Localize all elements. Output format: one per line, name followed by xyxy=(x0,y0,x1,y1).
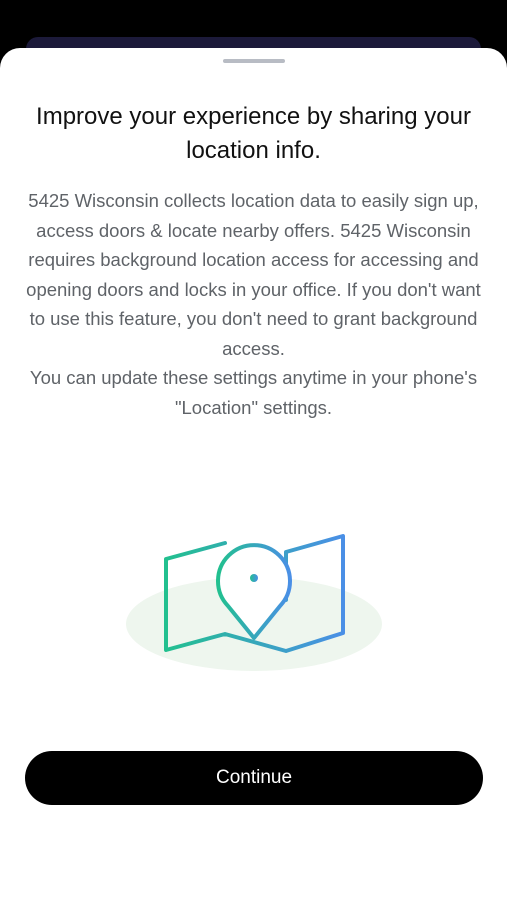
sheet-drag-handle[interactable] xyxy=(223,59,285,63)
location-permission-sheet: Improve your experience by sharing your … xyxy=(0,48,507,900)
description-paragraph: 5425 Wisconsin collects location data to… xyxy=(26,190,481,359)
sheet-title: Improve your experience by sharing your … xyxy=(36,103,471,164)
sheet-description: 5425 Wisconsin collects location data to… xyxy=(26,186,481,422)
map-location-pin-icon xyxy=(120,486,388,676)
continue-button[interactable]: Continue xyxy=(25,751,483,805)
description-paragraph: You can update these settings anytime in… xyxy=(29,367,478,418)
